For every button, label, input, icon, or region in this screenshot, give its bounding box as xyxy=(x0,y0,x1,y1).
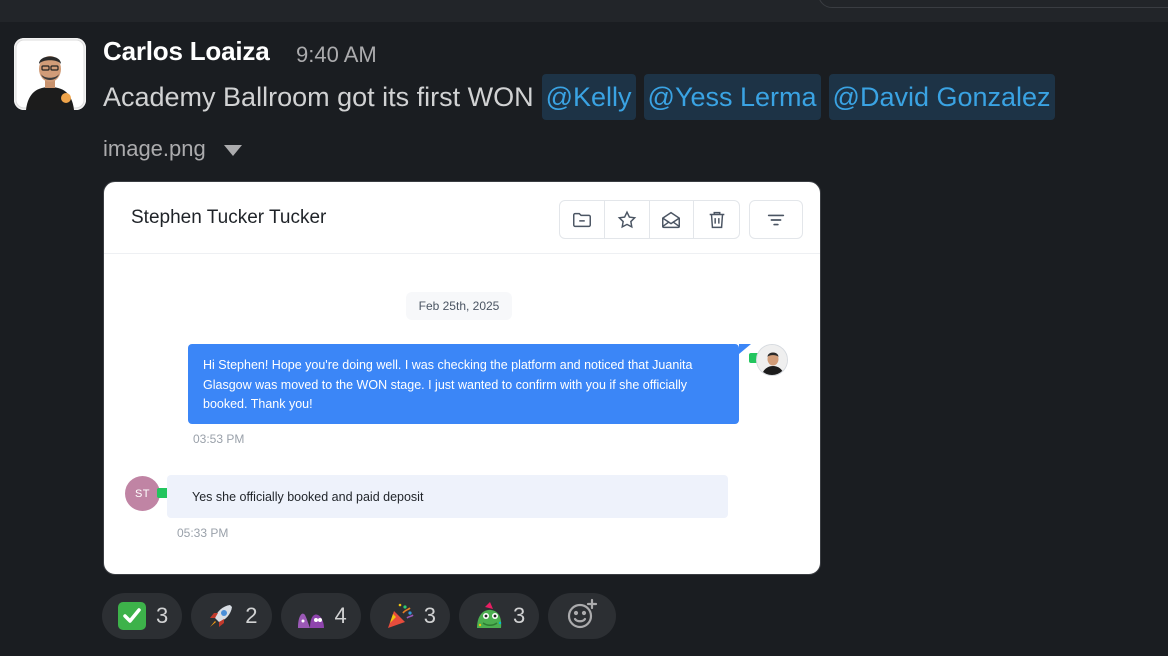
image-attachment[interactable]: Stephen Tucker Tucker Feb 25th, 2025 Hi … xyxy=(103,181,821,575)
top-bar xyxy=(0,0,1168,22)
add-reaction-button[interactable] xyxy=(548,593,617,639)
reaction-rocket[interactable]: 2 xyxy=(191,593,272,639)
party-popper-icon xyxy=(384,600,416,632)
reaction-bar: 3 2 4 3 3 xyxy=(102,593,617,639)
reaction-count: 3 xyxy=(156,603,169,628)
envelope-open-icon xyxy=(650,201,695,238)
filter-icon xyxy=(749,200,803,239)
message-text: Academy Ballroom got its first WON @Kell… xyxy=(103,74,1055,120)
reaction-count: 3 xyxy=(513,603,526,628)
incoming-message: Yes she officially booked and paid depos… xyxy=(167,475,728,518)
agent-avatar xyxy=(756,344,788,376)
reaction-party-popper[interactable]: 3 xyxy=(369,593,450,639)
star-icon xyxy=(605,201,650,238)
search-bar-edge[interactable] xyxy=(818,0,1168,8)
add-emoji-icon xyxy=(565,597,599,636)
attachment-label: image.png xyxy=(103,136,242,162)
contact-avatar: ST xyxy=(125,476,160,511)
purple-blob-icon xyxy=(295,600,327,632)
reaction-count: 2 xyxy=(245,603,258,628)
conversation-toolbar xyxy=(559,200,740,239)
outgoing-time: 03:53 PM xyxy=(193,432,245,446)
message-body: Academy Ballroom got its first WON xyxy=(103,81,534,112)
white-check-mark-icon xyxy=(116,600,148,632)
sender-avatar[interactable] xyxy=(14,38,86,110)
reaction-white-check-mark[interactable]: 3 xyxy=(102,593,183,639)
sender-name[interactable]: Carlos Loaiza xyxy=(103,36,270,67)
collapse-caret-icon[interactable] xyxy=(223,144,242,156)
reaction-purple-blob[interactable]: 4 xyxy=(280,593,361,639)
date-divider: Feb 25th, 2025 xyxy=(406,292,512,320)
party-frog-icon xyxy=(473,600,505,632)
folder-icon xyxy=(560,201,605,238)
reaction-party-frog[interactable]: 3 xyxy=(459,593,540,639)
contact-name: Stephen Tucker Tucker xyxy=(131,207,327,228)
outgoing-message: Hi Stephen! Hope you're doing well. I wa… xyxy=(188,344,739,424)
mention-kelly[interactable]: @Kelly xyxy=(541,74,636,120)
reaction-count: 4 xyxy=(334,603,347,628)
trash-icon xyxy=(694,201,739,238)
incoming-time: 05:33 PM xyxy=(177,526,229,540)
mention-david-gonzalez[interactable]: @David Gonzalez xyxy=(828,74,1055,120)
rocket-icon xyxy=(205,600,237,632)
reaction-count: 3 xyxy=(423,603,436,628)
mention-yess-lerma[interactable]: @Yess Lerma xyxy=(643,74,821,120)
conversation-header: Stephen Tucker Tucker xyxy=(104,182,820,254)
message-timestamp[interactable]: 9:40 AM xyxy=(296,42,377,68)
file-name: image.png xyxy=(103,136,206,161)
